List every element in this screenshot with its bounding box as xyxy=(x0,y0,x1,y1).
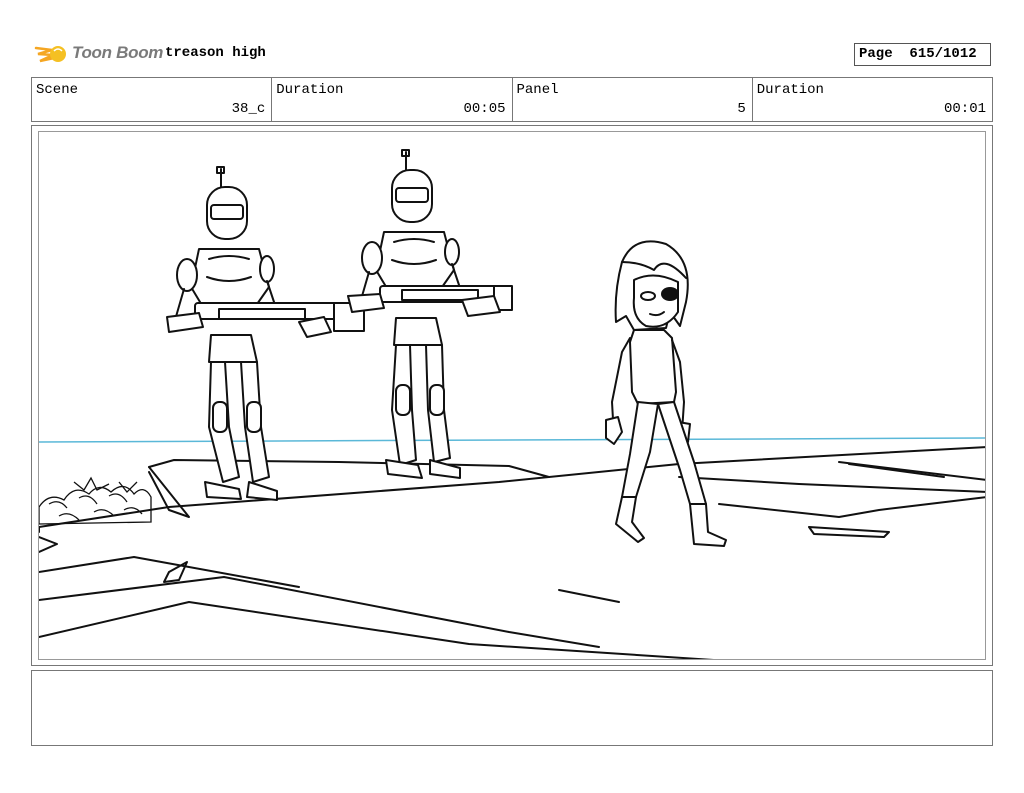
page-indicator: Page 615/1012 xyxy=(854,43,991,66)
storyboard-sketch xyxy=(39,149,985,659)
eyepatch xyxy=(661,287,679,301)
scene-duration-label: Duration xyxy=(276,82,344,98)
scene-duration-value: 00:05 xyxy=(463,101,506,117)
panel-frame xyxy=(31,125,993,666)
robot-guard-2 xyxy=(347,149,513,479)
logo-text: Toon Boom xyxy=(72,43,164,62)
scene-value: 38_c xyxy=(231,101,266,117)
robot-guard-1 xyxy=(166,166,365,501)
eyepatch-girl-character xyxy=(605,240,727,547)
panel-image xyxy=(38,131,986,660)
project-title: treason high xyxy=(165,45,266,61)
panel-duration-label: Duration xyxy=(756,82,824,98)
panel-label: Panel xyxy=(516,82,559,98)
scene-duration-cell: Duration 00:05 xyxy=(272,78,513,121)
panel-info-row: Scene 38_c Duration 00:05 Panel 5 Durati… xyxy=(31,77,993,122)
panel-notes-box[interactable] xyxy=(31,670,993,746)
comet-icon xyxy=(34,46,66,63)
scene-label: Scene xyxy=(36,82,79,98)
panel-value: 5 xyxy=(737,101,746,117)
panel-cell: Panel 5 xyxy=(513,78,753,121)
toon-boom-logo: Toon Boom xyxy=(34,38,163,68)
foliage xyxy=(39,476,152,525)
panel-duration-cell: Duration 00:01 xyxy=(753,78,992,121)
page-label: Page xyxy=(859,46,893,62)
horizon-line xyxy=(39,437,985,443)
platform-lines xyxy=(39,446,985,659)
scene-cell: Scene 38_c xyxy=(32,78,273,121)
panel-duration-value: 00:01 xyxy=(943,101,986,117)
page-number: 615/1012 xyxy=(909,46,977,62)
